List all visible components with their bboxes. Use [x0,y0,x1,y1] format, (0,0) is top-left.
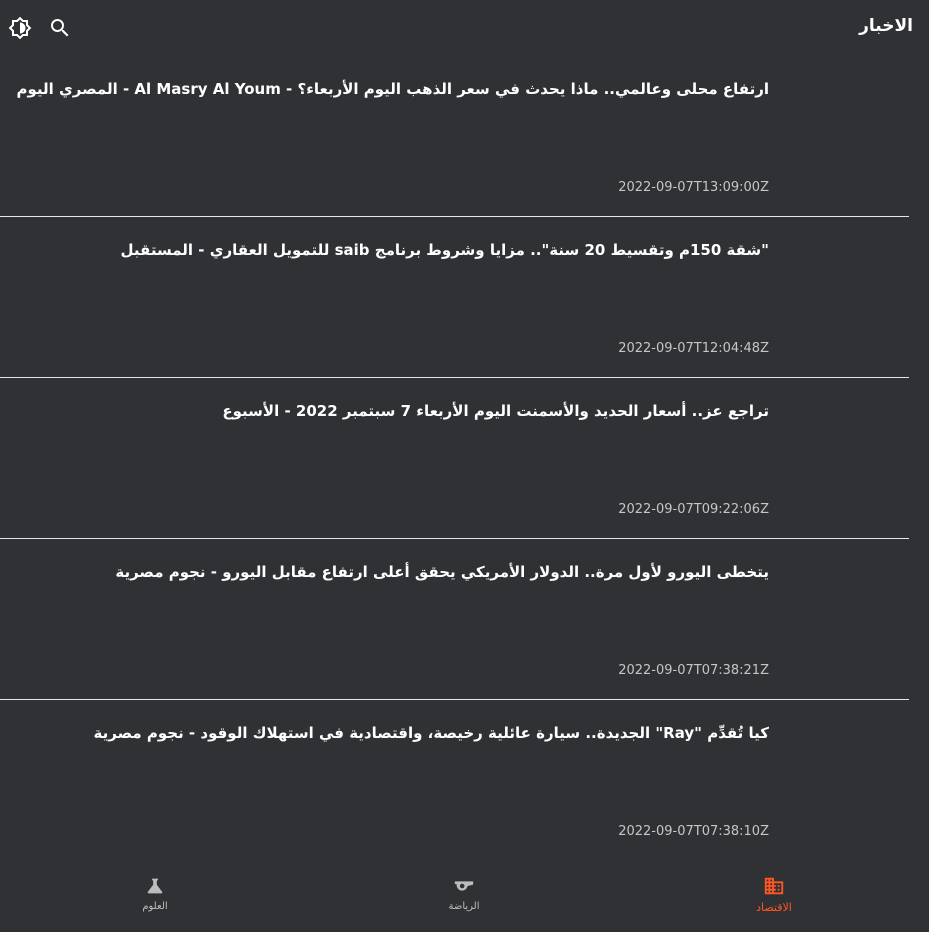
nav-label-science: العلوم [142,901,168,912]
news-date: 2022-09-07T07:38:10Z [618,824,769,839]
business-icon [764,877,784,895]
whistle-icon [454,881,474,891]
nav-label-sports: الرياضة [448,901,480,912]
brightness-icon [8,16,32,40]
news-list[interactable]: ارتفاع محلى وعالمي.. ماذا يحدث في سعر ال… [0,56,909,860]
news-item[interactable]: ارتفاع محلى وعالمي.. ماذا يحدث في سعر ال… [0,56,909,217]
news-item[interactable]: يتخطى اليورو لأول مرة.. الدولار الأمريكي… [0,539,909,700]
news-date: 2022-09-07T09:22:06Z [618,502,769,517]
news-date: 2022-09-07T07:38:21Z [618,663,769,678]
news-item[interactable]: كيا تُقدِّم "Ray" الجديدة.. سيارة عائلية… [0,700,909,860]
news-date: 2022-09-07T13:09:00Z [618,180,769,195]
bottom-navigation: العلوم الرياضة الاقتصاد [0,861,929,932]
nav-label-economy: الاقتصاد [756,901,792,914]
app-root: الاخبار ارتفاع محلى وعالمي.. ماذا يحدث ف… [0,0,929,932]
nav-item-economy[interactable]: الاقتصاد [714,875,834,914]
news-item[interactable]: "شقة 150م وتقسيط 20 سنة".. مزايا وشروط ب… [0,217,909,378]
news-headline: كيا تُقدِّم "Ray" الجديدة.. سيارة عائلية… [93,724,769,742]
nav-item-science[interactable]: العلوم [95,875,215,912]
flask-icon [147,878,163,894]
news-headline: تراجع عز.. أسعار الحديد والأسمنت اليوم ا… [222,402,769,420]
page-title: الاخبار [859,16,913,36]
news-date: 2022-09-07T12:04:48Z [618,341,769,356]
theme-toggle-button[interactable] [8,16,32,40]
news-headline: ارتفاع محلى وعالمي.. ماذا يحدث في سعر ال… [16,80,769,98]
nav-item-sports[interactable]: الرياضة [404,875,524,912]
news-headline: يتخطى اليورو لأول مرة.. الدولار الأمريكي… [115,563,769,581]
top-app-bar: الاخبار [0,0,929,56]
news-headline: "شقة 150م وتقسيط 20 سنة".. مزايا وشروط ب… [120,241,769,259]
search-icon [51,19,69,37]
news-item[interactable]: تراجع عز.. أسعار الحديد والأسمنت اليوم ا… [0,378,909,539]
search-button[interactable] [48,16,72,40]
